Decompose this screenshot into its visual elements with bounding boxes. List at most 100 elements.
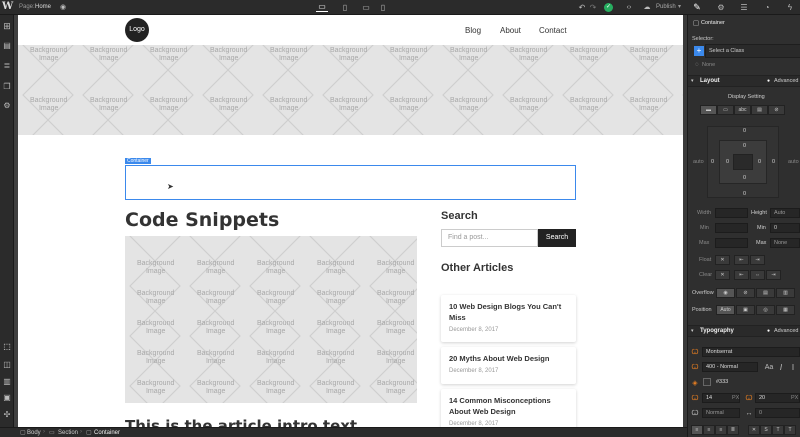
- overflow-hidden-button[interactable]: ⊘: [736, 288, 755, 298]
- letter-spacing-field[interactable]: 0: [755, 408, 800, 418]
- margin-left-value[interactable]: 0: [711, 159, 714, 165]
- clear-both-button[interactable]: ⇔: [750, 270, 765, 280]
- search-input[interactable]: Find a post...: [441, 229, 538, 247]
- position-auto-button[interactable]: Auto: [716, 305, 735, 315]
- publish-button[interactable]: Publish: [656, 4, 676, 10]
- brush-icon[interactable]: ✎: [691, 2, 703, 12]
- eye-icon[interactable]: ◉: [58, 2, 68, 12]
- text-cursor-icon[interactable]: I: [788, 363, 798, 372]
- align-left-button[interactable]: ≡: [691, 425, 703, 435]
- cms-icon[interactable]: ≣: [2, 60, 12, 70]
- page-name[interactable]: Home: [35, 4, 51, 10]
- pages-icon[interactable]: ▤: [2, 40, 12, 50]
- nav-link-contact[interactable]: Contact: [539, 26, 567, 35]
- desktop-view-icon[interactable]: ▭: [316, 2, 328, 12]
- webflow-logo[interactable]: W: [2, 1, 13, 12]
- clear-none-button[interactable]: ✕: [715, 270, 730, 280]
- mobile-portrait-icon[interactable]: ▯: [377, 2, 389, 12]
- article-card[interactable]: 10 Web Design Blogs You Can't Miss Decem…: [441, 295, 576, 342]
- overline-button[interactable]: T: [784, 425, 796, 435]
- advanced-label[interactable]: Advanced: [774, 328, 798, 334]
- font-weight-select[interactable]: 400 - Normal: [702, 362, 758, 372]
- clear-left-button[interactable]: ⇤: [734, 270, 749, 280]
- mobile-landscape-icon[interactable]: ▭: [360, 2, 372, 12]
- other-articles-heading[interactable]: Other Articles: [441, 262, 513, 274]
- search-heading[interactable]: Search: [441, 210, 478, 222]
- selected-container[interactable]: [125, 165, 576, 200]
- display-block-button[interactable]: ▬: [700, 105, 717, 115]
- code-icon[interactable]: ‹›: [623, 2, 635, 12]
- design-canvas[interactable]: Logo Blog About Contact Container ➤ Code…: [18, 15, 683, 427]
- font-style-select[interactable]: Normal: [702, 408, 740, 418]
- decoration-none-button[interactable]: ✕: [748, 425, 760, 435]
- collapse-icon[interactable]: ▾: [691, 328, 694, 334]
- article-heading[interactable]: Code Snippets: [125, 209, 279, 231]
- add-class-icon[interactable]: +: [694, 46, 704, 56]
- display-flex-button[interactable]: ▭: [717, 105, 734, 115]
- lightning-icon[interactable]: ϟ: [784, 2, 796, 12]
- float-none-button[interactable]: ✕: [715, 255, 730, 265]
- padding-right-value[interactable]: 0: [758, 159, 761, 165]
- position-relative-button[interactable]: ▣: [736, 305, 755, 315]
- share-icon[interactable]: ☁: [641, 2, 653, 12]
- width-field[interactable]: [715, 208, 748, 218]
- strikethrough-button[interactable]: S: [760, 425, 772, 435]
- min-width-field[interactable]: [715, 223, 748, 233]
- position-fixed-button[interactable]: ▦: [776, 305, 795, 315]
- display-inline-button[interactable]: ▤: [751, 105, 768, 115]
- position-absolute-button[interactable]: ◎: [756, 305, 775, 315]
- font-family-select[interactable]: Montserrat: [702, 347, 800, 357]
- height-field[interactable]: Auto: [770, 208, 800, 218]
- margin-top-value[interactable]: 0: [743, 128, 746, 134]
- navigator-icon[interactable]: ☰: [738, 2, 750, 12]
- nav-link-about[interactable]: About: [500, 26, 521, 35]
- overflow-auto-button[interactable]: ▥: [776, 288, 795, 298]
- select-tool-icon[interactable]: ⬚: [2, 341, 12, 351]
- color-swatch[interactable]: [703, 378, 711, 386]
- max-height-field[interactable]: None: [770, 238, 800, 248]
- float-left-button[interactable]: ⇤: [734, 255, 749, 265]
- redo-icon[interactable]: ↷: [587, 2, 599, 12]
- align-right-button[interactable]: ≡: [715, 425, 727, 435]
- clear-right-button[interactable]: ⇥: [766, 270, 781, 280]
- breadcrumb-item-container[interactable]: Container: [94, 430, 120, 436]
- float-right-button[interactable]: ⇥: [750, 255, 765, 265]
- assets-icon[interactable]: ❐: [2, 81, 12, 91]
- search-button[interactable]: Search: [538, 229, 576, 247]
- underline-button[interactable]: T: [772, 425, 784, 435]
- display-none-button[interactable]: ⊘: [768, 105, 785, 115]
- logo[interactable]: Logo: [125, 18, 149, 42]
- margin-right-value[interactable]: 0: [772, 159, 775, 165]
- chevron-down-icon[interactable]: ▾: [678, 3, 681, 10]
- tablet-view-icon[interactable]: ▯: [339, 2, 351, 12]
- overflow-visible-button[interactable]: ◉: [716, 288, 735, 298]
- align-center-button[interactable]: ≡: [703, 425, 715, 435]
- article-card[interactable]: 14 Common Misconceptions About Web Desig…: [441, 389, 576, 427]
- container-tag[interactable]: Container: [125, 158, 151, 164]
- breadcrumb-item-body[interactable]: Body: [27, 430, 41, 436]
- add-element-icon[interactable]: ⊞: [2, 21, 12, 31]
- guides-icon[interactable]: ▥: [2, 376, 12, 386]
- overflow-scroll-button[interactable]: ▤: [756, 288, 775, 298]
- padding-top-value[interactable]: 0: [743, 143, 746, 149]
- article-intro-text[interactable]: This is the article intro text: [125, 417, 357, 427]
- font-preview-icon[interactable]: Aa: [764, 363, 774, 372]
- italic-icon[interactable]: I: [776, 363, 786, 372]
- padding-left-value[interactable]: 0: [726, 159, 729, 165]
- color-value[interactable]: #333: [716, 379, 728, 385]
- preview-icon[interactable]: ▣: [2, 392, 12, 402]
- display-inline-block-button[interactable]: abc: [734, 105, 751, 115]
- breadcrumb-item-section[interactable]: Section: [58, 430, 78, 436]
- min-height-field[interactable]: 0: [770, 223, 800, 233]
- interactions-icon[interactable]: ◔: [761, 2, 773, 12]
- margin-bottom-value[interactable]: 0: [743, 191, 746, 197]
- help-icon[interactable]: ✣: [2, 409, 12, 419]
- xray-icon[interactable]: ◫: [2, 359, 12, 369]
- settings-gear-icon[interactable]: ⚙: [715, 2, 727, 12]
- nav-link-blog[interactable]: Blog: [465, 26, 481, 35]
- settings-icon[interactable]: ⚙: [2, 100, 12, 110]
- max-width-field[interactable]: [715, 238, 748, 248]
- advanced-label[interactable]: Advanced: [774, 78, 798, 84]
- collapse-icon[interactable]: ▾: [691, 78, 694, 84]
- align-justify-button[interactable]: ≣: [727, 425, 739, 435]
